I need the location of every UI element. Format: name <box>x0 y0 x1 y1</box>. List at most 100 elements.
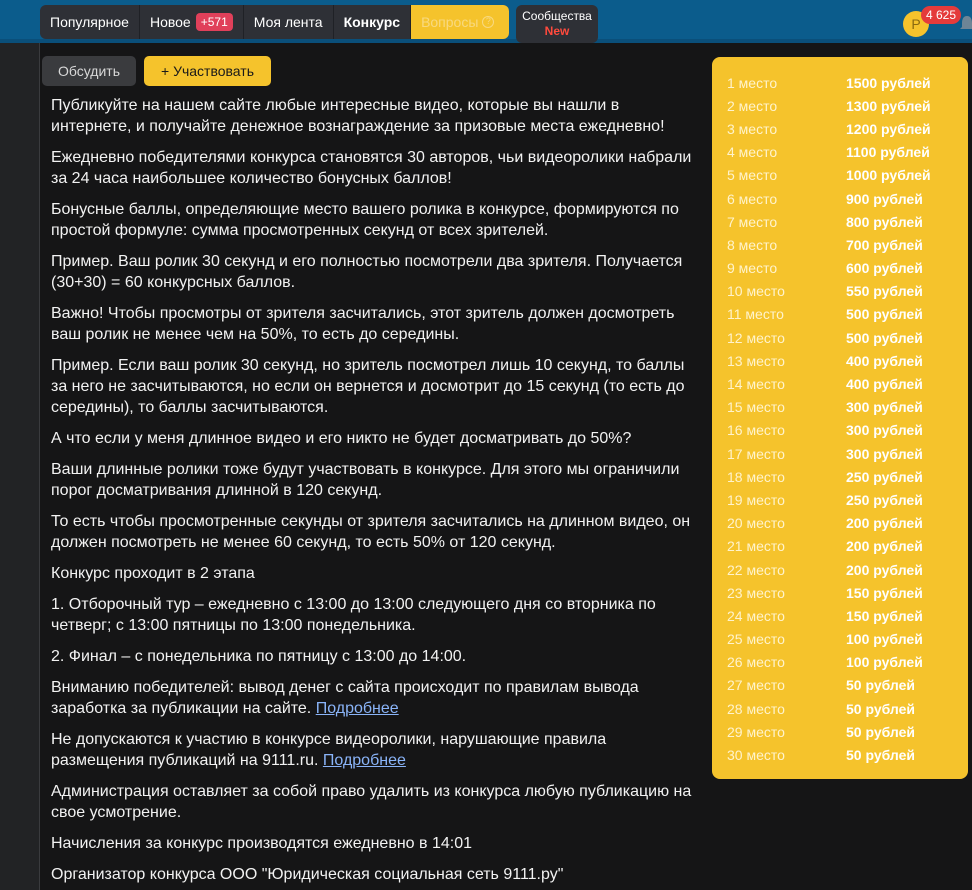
nav-my-feed-label: Моя лента <box>253 14 323 30</box>
prize-place: 14 место <box>727 376 785 393</box>
prize-place: 4 место <box>727 144 778 161</box>
paragraph: То есть чтобы просмотренные секунды от з… <box>51 513 691 551</box>
participate-button[interactable]: + Участвовать <box>144 56 271 86</box>
prize-amount: 200 рублей <box>846 515 923 532</box>
prize-row: 16 место 300 рублей <box>727 419 968 442</box>
prize-place: 25 место <box>727 631 785 648</box>
prize-place: 2 место <box>727 97 778 114</box>
prize-row: 12 место 500 рублей <box>727 326 968 349</box>
more-link[interactable]: Подробнее <box>323 752 406 769</box>
prize-row: 18 место 250 рублей <box>727 465 968 488</box>
prize-amount: 250 рублей <box>846 491 923 508</box>
prize-row: 2 место 1300 рублей <box>727 94 968 117</box>
prize-row: 25 место 100 рублей <box>727 628 968 651</box>
prize-row: 14 место 400 рублей <box>727 372 968 395</box>
prize-place: 11 место <box>727 306 784 323</box>
paragraph: 2. Финал – с понедельника по пятницу с 1… <box>51 648 467 665</box>
prize-place: 3 место <box>727 120 778 137</box>
more-link[interactable]: Подробнее <box>316 700 399 717</box>
nav-popular[interactable]: Популярное <box>40 5 140 39</box>
prize-row: 9 место 600 рублей <box>727 257 968 280</box>
prize-amount: 400 рублей <box>846 352 923 369</box>
prize-row: 29 место 50 рублей <box>727 720 968 743</box>
paragraph-with-link: Не допускаются к участию в конкурсе виде… <box>51 729 701 771</box>
prize-row: 27 место 50 рублей <box>727 674 968 697</box>
prize-amount: 1200 рублей <box>846 120 931 137</box>
prize-amount: 50 рублей <box>846 700 916 717</box>
prize-place: 22 место <box>727 561 785 578</box>
bell-icon[interactable] <box>960 14 972 34</box>
prize-amount: 250 рублей <box>846 468 923 485</box>
prize-row: 8 место 700 рублей <box>727 233 968 256</box>
prize-row: 19 место 250 рублей <box>727 488 968 511</box>
paragraph: Бонусные баллы, определяющие место вашег… <box>51 201 679 239</box>
communities-button[interactable]: Сообщества New <box>516 5 598 43</box>
prize-amount: 50 рублей <box>846 677 916 694</box>
contest-description: Публикуйте на нашем сайте любые интересн… <box>51 95 701 890</box>
paragraph: Пример. Ваш ролик 30 секунд и его полнос… <box>51 253 683 291</box>
nav-my-feed[interactable]: Моя лента <box>244 5 334 39</box>
prize-row: 13 место 400 рублей <box>727 349 968 372</box>
prize-amount: 800 рублей <box>846 213 923 230</box>
prize-place: 8 место <box>727 236 778 253</box>
prize-amount: 200 рублей <box>846 538 923 555</box>
paragraph: Конкурс проходит в 2 этапа <box>51 565 255 582</box>
prize-amount: 1500 рублей <box>846 74 931 91</box>
prize-place: 27 место <box>727 677 785 694</box>
prize-row: 11 место 500 рублей <box>727 303 968 326</box>
paragraph: Организатор конкурса ООО "Юридическая со… <box>51 866 564 883</box>
prize-place: 15 место <box>727 399 785 416</box>
paragraph: А что если у меня длинное видео и его ни… <box>51 430 632 447</box>
nav-new[interactable]: Новое +571 <box>140 5 244 39</box>
prize-amount: 150 рублей <box>846 607 923 624</box>
nav-questions-label: Вопросы <box>421 14 479 30</box>
prize-place: 17 место <box>727 445 785 462</box>
new-count-badge: +571 <box>195 13 233 31</box>
prize-row: 22 место 200 рублей <box>727 558 968 581</box>
prize-row: 15 место 300 рублей <box>727 396 968 419</box>
paragraph: Ваши длинные ролики тоже будут участвова… <box>51 461 680 499</box>
prize-amount: 300 рублей <box>846 445 923 462</box>
discuss-button[interactable]: Обсудить <box>42 56 136 86</box>
prize-amount: 550 рублей <box>846 283 923 300</box>
nav-questions[interactable]: Вопросы ? <box>411 5 510 39</box>
prize-place: 23 место <box>727 584 785 601</box>
nav-contest[interactable]: Конкурс <box>334 5 412 39</box>
prize-place: 18 место <box>727 468 785 485</box>
prize-place: 5 место <box>727 167 778 184</box>
prize-amount: 300 рублей <box>846 399 923 416</box>
prize-row: 10 место 550 рублей <box>727 280 968 303</box>
prize-place: 24 место <box>727 607 785 624</box>
communities-new-badge: New <box>544 24 570 38</box>
prize-place: 30 место <box>727 747 785 764</box>
prize-place: 19 место <box>727 491 785 508</box>
prize-place: 6 место <box>727 190 778 207</box>
prize-row: 23 место 150 рублей <box>727 581 968 604</box>
prize-row: 17 место 300 рублей <box>727 442 968 465</box>
prize-row: 4 место 1100 рублей <box>727 141 968 164</box>
paragraph: Важно! Чтобы просмотры от зрителя засчит… <box>51 305 675 343</box>
prize-row: 20 место 200 рублей <box>727 512 968 535</box>
prize-amount: 150 рублей <box>846 584 923 601</box>
paragraph: Начисления за конкурс производятся ежедн… <box>51 835 472 852</box>
prize-row: 30 место 50 рублей <box>727 743 968 766</box>
prize-place: 29 место <box>727 723 785 740</box>
prize-place: 10 место <box>727 283 785 300</box>
notifications-badge[interactable]: 4 625 <box>921 6 962 24</box>
prize-place: 16 место <box>727 422 785 439</box>
prize-place: 26 место <box>727 654 785 671</box>
nav-new-label: Новое <box>149 14 191 30</box>
paragraph: Публикуйте на нашем сайте любые интересн… <box>51 97 665 135</box>
prize-amount: 400 рублей <box>846 376 923 393</box>
prize-place: 7 место <box>727 213 778 230</box>
prize-amount: 600 рублей <box>846 260 923 277</box>
prize-table: 1 место 1500 рублей 2 место 1300 рублей 3 ме… <box>712 57 968 779</box>
prize-amount: 900 рублей <box>846 190 923 207</box>
paragraph: 1. Отборочный тур – ежедневно с 13:00 до… <box>51 596 656 634</box>
prize-row: 1 место 1500 рублей <box>727 71 968 94</box>
prize-place: 12 место <box>727 329 785 346</box>
communities-label: Сообщества <box>522 9 592 23</box>
prize-place: 28 место <box>727 700 785 717</box>
paragraph: Ежедневно победителями конкурса становят… <box>51 149 692 187</box>
prize-row: 21 место 200 рублей <box>727 535 968 558</box>
